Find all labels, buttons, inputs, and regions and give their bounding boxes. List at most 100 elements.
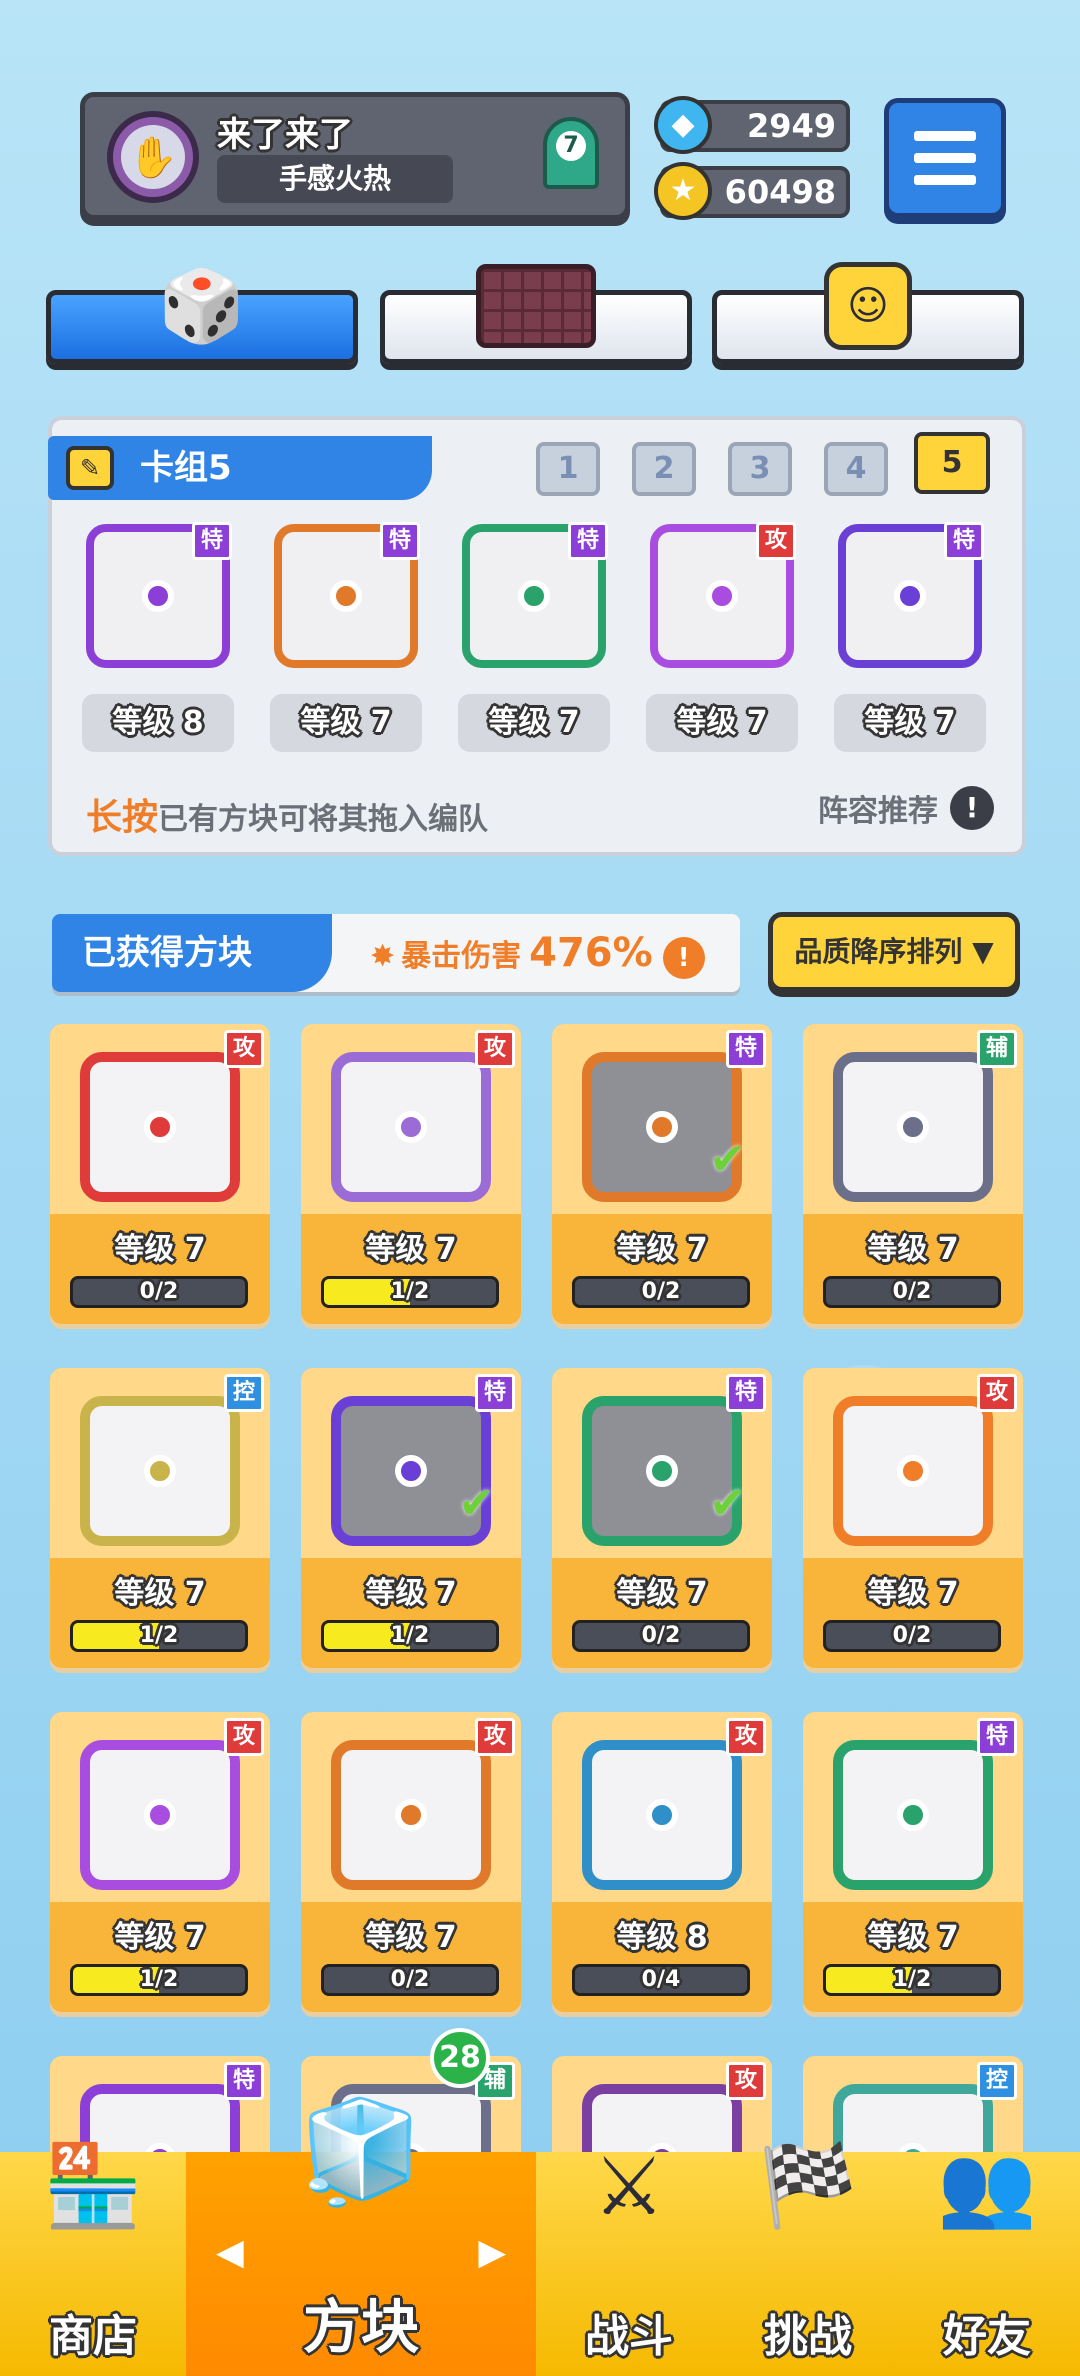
owned-block-card[interactable]: 特 ✔ 等级 7 0/2 [552,1368,772,1668]
new-count-badge: 28 [430,2028,490,2088]
block-core-icon [646,1111,678,1143]
type-tag: 攻 [977,1374,1017,1412]
level-pill: 等级 8 [82,694,234,752]
owned-block-card[interactable]: 控等级 7 1/2 [50,1368,270,1668]
type-tag: 攻 [475,1718,515,1756]
progress-text: 0/2 [641,1623,681,1648]
owned-block-card[interactable]: 辅等级 7 0/2 [803,1024,1023,1324]
upgrade-progress-bar: 1/2 [70,1620,248,1652]
type-tag: 特 [568,522,608,560]
gem-counter[interactable]: ◆ 2949 [654,96,850,154]
level-pill: 等级 7 [270,694,422,752]
friends-icon: 👥 [937,2139,1037,2232]
type-tag: 攻 [726,1718,766,1756]
level-label: 等级 7 [867,1920,959,1955]
pencil-icon[interactable]: ✎ [66,446,114,490]
avatar[interactable]: ✋ [107,111,199,203]
type-tag: 辅 [977,1030,1017,1068]
deck-card[interactable]: 特 [274,522,420,668]
upgrade-progress-bar: 0/2 [572,1620,750,1652]
smile-block-icon: ☺ [808,251,928,361]
type-tag: 特 [192,522,232,560]
level-label: 等级 7 [114,1576,206,1611]
deck-number-4[interactable]: 4 [824,442,888,496]
block-frame [582,1740,742,1890]
check-icon: ✔ [458,1478,495,1529]
hint-text: 已有方块可将其拖入编队 [158,802,489,837]
progress-text: 0/2 [390,1967,430,1992]
menu-button[interactable] [884,98,1006,218]
owned-block-card[interactable]: 攻等级 7 1/2 [301,1024,521,1324]
player-profile-card[interactable]: ✋ 来了来了 手感火热 7 [80,92,630,220]
tab-board[interactable] [380,264,692,364]
recommend-label: 阵容推荐 [818,794,938,829]
ribbon-badge-icon[interactable]: 7 [543,117,599,189]
lineup-recommend-button[interactable]: 阵容推荐 ! [818,786,994,830]
prev-arrow-icon[interactable]: ◀ [216,2232,244,2273]
nav-shop[interactable]: 🏪 商店 [0,2139,186,2376]
block-core-icon [706,580,738,612]
type-tag: 特 [977,1718,1017,1756]
nav-challenge[interactable]: 🏁 挑战 [722,2139,894,2376]
owned-block-card[interactable]: 特 ✔ 等级 7 0/2 [552,1024,772,1324]
upgrade-progress-bar: 1/2 [70,1964,248,1996]
deck-card[interactable]: 特 [86,522,232,668]
block-core-icon [897,1111,929,1143]
type-tag: 攻 [726,2062,766,2100]
deck-card[interactable]: 特 [838,522,984,668]
level-pill: 等级 7 [646,694,798,752]
nav-label: 方块 [302,2293,419,2361]
deck-card[interactable]: 特 [462,522,608,668]
block-core-icon [897,1799,929,1831]
player-name: 来了来了 [217,115,353,155]
level-label: 等级 7 [867,1232,959,1267]
block-frame [80,1052,240,1202]
progress-text: 0/2 [641,1279,681,1304]
crit-damage-stat[interactable]: ✸ 暴击伤害 476%! [370,914,705,992]
owned-block-card[interactable]: 攻等级 7 1/2 [50,1712,270,2012]
type-tag: 攻 [224,1030,264,1068]
owned-block-card[interactable]: 特 ✔ 等级 7 1/2 [301,1368,521,1668]
check-icon: ✔ [709,1478,746,1529]
type-tag: 控 [977,2062,1017,2100]
gem-icon: ◆ [654,96,712,154]
next-arrow-icon[interactable]: ▶ [478,2232,506,2273]
nav-battle[interactable]: ⚔ 战斗 [536,2140,722,2376]
owned-block-card[interactable]: 攻等级 7 0/2 [50,1024,270,1324]
owned-block-card[interactable]: 攻等级 7 0/2 [803,1368,1023,1668]
deck-number-5[interactable]: 5 [914,432,990,494]
upgrade-progress-bar: 1/2 [321,1276,499,1308]
tab-dice[interactable]: 🎲 [46,265,358,364]
level-pill: 等级 7 [834,694,986,752]
block-core-icon [897,1455,929,1487]
block-core-icon [646,1799,678,1831]
block-core-icon [144,1455,176,1487]
sort-button[interactable]: 品质降序排列 ▼ [768,912,1020,992]
coin-counter[interactable]: ★ 60498 [654,162,850,220]
level-label: 等级 7 [365,1920,457,1955]
info-icon[interactable]: ! [662,936,705,979]
deck-number-3[interactable]: 3 [728,442,792,496]
nav-friends[interactable]: 👥 好友 [894,2139,1080,2376]
owned-block-card[interactable]: 攻等级 7 0/2 [301,1712,521,2012]
tab-skin[interactable]: ☺ [712,262,1024,364]
upgrade-progress-bar: 0/2 [321,1964,499,1996]
grid-board-icon [476,251,596,361]
owned-block-card[interactable]: 特等级 7 1/2 [803,1712,1023,2012]
type-tag: 特 [726,1374,766,1412]
block-core-icon [144,1799,176,1831]
block-core-icon [144,1111,176,1143]
owned-block-card[interactable]: 攻等级 8 0/4 [552,1712,772,2012]
deck-number-1[interactable]: 1 [536,442,600,496]
block-frame [833,1052,993,1202]
type-tag: 攻 [475,1030,515,1068]
deck-title[interactable]: ✎ 卡组5 [48,436,432,500]
block-core-icon [330,580,362,612]
upgrade-progress-bar: 0/2 [823,1276,1001,1308]
deck-card[interactable]: 攻 [650,522,796,668]
coin-amount: 60498 [724,173,836,211]
progress-text: 0/4 [641,1967,681,1992]
nav-blocks[interactable]: 🧊 ◀ ▶ 方块 [186,2093,536,2376]
handshake-icon: ✋ [121,125,185,189]
deck-number-2[interactable]: 2 [632,442,696,496]
